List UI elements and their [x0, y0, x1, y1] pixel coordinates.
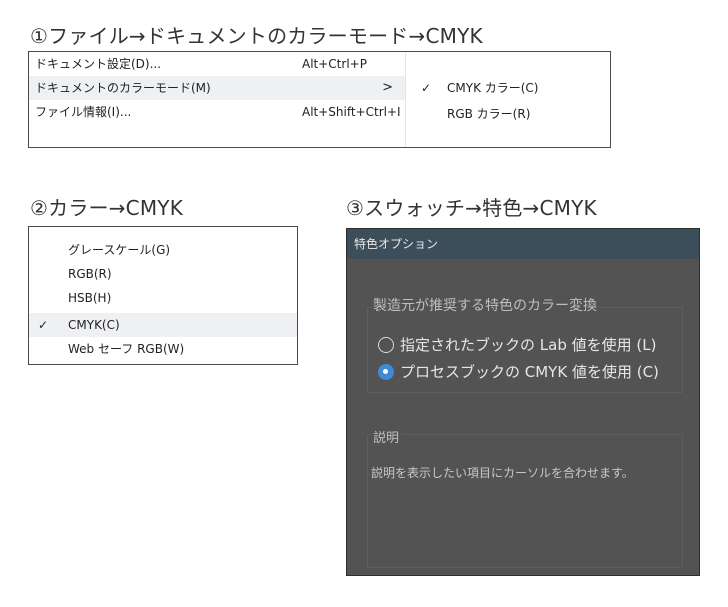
spot-color-options-dialog: 特色オプション 指定されたブックの Lab 値を使用 (L) プロセスブックの …	[346, 228, 700, 576]
menu-item-shortcut: Alt+Shift+Ctrl+I	[302, 105, 401, 119]
description-text: 説明を表示したい項目にカーソルを合わせます。	[371, 466, 634, 480]
submenu-item-label: CMYK カラー(C)	[447, 81, 539, 95]
radio-use-lab-label[interactable]: 指定されたブックの Lab 値を使用 (L)	[400, 334, 656, 355]
menu-item-file-info[interactable]: ファイル情報(I)... Alt+Shift+Ctrl+I	[29, 100, 405, 124]
color-menu-item-grayscale[interactable]: グレースケール(G)	[29, 238, 297, 262]
dialog-title-bar: 特色オプション	[347, 229, 699, 259]
description-group-title: 説明	[371, 427, 402, 446]
color-menu-item-rgb[interactable]: RGB(R)	[29, 262, 297, 286]
description-group	[367, 434, 683, 568]
color-panel-menu: グレースケール(G) RGB(R) HSB(H) ✓ CMYK(C) Web セ…	[28, 226, 298, 365]
section1-heading: ①ファイル→ドキュメントのカラーモード→CMYK	[30, 24, 483, 48]
color-mode-submenu: ✓ CMYK カラー(C) RGB カラー(R)	[405, 52, 610, 147]
dialog-title: 特色オプション	[354, 237, 439, 251]
file-menu: ドキュメント設定(D)... Alt+Ctrl+P ドキュメントのカラーモード(…	[29, 52, 405, 147]
file-menu-panel: ドキュメント設定(D)... Alt+Ctrl+P ドキュメントのカラーモード(…	[28, 51, 611, 148]
menu-item-document-color-mode[interactable]: ドキュメントのカラーモード(M) >	[29, 76, 405, 100]
checkmark-icon: ✓	[421, 81, 432, 95]
submenu-item-cmyk[interactable]: ✓ CMYK カラー(C)	[405, 76, 610, 100]
color-menu-item-cmyk[interactable]: ✓ CMYK(C)	[29, 313, 297, 337]
color-menu-item-label: RGB(R)	[68, 267, 112, 281]
conversion-group-title: 製造元が推奨する特色のカラー変換	[371, 295, 599, 315]
section2-heading: ②カラー→CMYK	[30, 196, 184, 220]
menu-item-label: ドキュメントのカラーモード(M)	[35, 81, 211, 95]
submenu-item-rgb[interactable]: RGB カラー(R)	[405, 102, 610, 126]
chevron-right-icon: >	[382, 80, 393, 95]
color-menu-item-label: グレースケール(G)	[68, 243, 171, 257]
checkmark-icon: ✓	[38, 318, 49, 332]
radio-use-cmyk[interactable]	[378, 364, 394, 380]
color-menu-item-web-safe-rgb[interactable]: Web セーフ RGB(W)	[29, 337, 297, 361]
menu-item-label: ドキュメント設定(D)...	[35, 57, 162, 71]
menu-item-label: ファイル情報(I)...	[35, 105, 132, 119]
section3-heading: ③スウォッチ→特色→CMYK	[346, 196, 597, 220]
color-menu-item-label: HSB(H)	[68, 291, 112, 305]
submenu-item-label: RGB カラー(R)	[447, 107, 531, 121]
conversion-group: 指定されたブックの Lab 値を使用 (L) プロセスブックの CMYK 値を使…	[367, 307, 683, 393]
color-menu-item-label: Web セーフ RGB(W)	[68, 342, 185, 356]
radio-use-cmyk-label[interactable]: プロセスブックの CMYK 値を使用 (C)	[400, 361, 659, 382]
color-menu-item-hsb[interactable]: HSB(H)	[29, 286, 297, 310]
menu-item-shortcut: Alt+Ctrl+P	[302, 57, 367, 71]
radio-use-lab[interactable]	[378, 337, 394, 353]
menu-item-document-setup[interactable]: ドキュメント設定(D)... Alt+Ctrl+P	[29, 52, 405, 76]
color-menu-item-label: CMYK(C)	[68, 318, 120, 332]
